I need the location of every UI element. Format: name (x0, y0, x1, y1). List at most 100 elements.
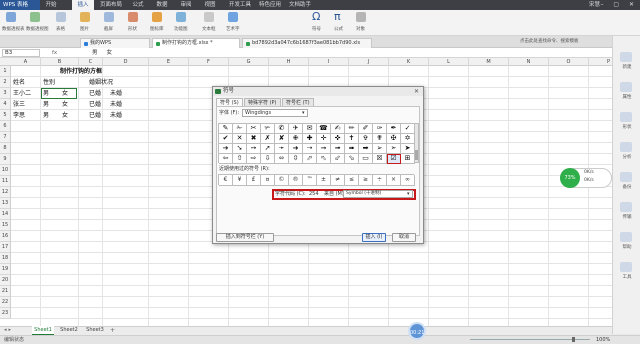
menu-tab-insert[interactable]: 插入 (72, 0, 94, 10)
row-header[interactable]: 3 (0, 88, 11, 99)
column-header[interactable]: E (149, 58, 189, 66)
symbol-cell[interactable]: ✃ (261, 124, 275, 134)
symbol-cell[interactable]: ✙ (289, 134, 303, 144)
sidebar-tool-icon[interactable] (620, 202, 632, 212)
symbol-cell[interactable]: ➢ (373, 144, 387, 154)
pivot-chart-icon[interactable] (30, 12, 40, 22)
table-row-female[interactable]: 女 (62, 99, 68, 110)
symbol-cell[interactable]: ✛ (317, 134, 331, 144)
column-header[interactable]: B (41, 58, 79, 66)
row-header[interactable]: 7 (0, 132, 11, 143)
column-header[interactable]: O (549, 58, 589, 66)
symbol-cell[interactable]: ✖ (247, 134, 261, 144)
symbol-cell[interactable]: ⬄ (275, 154, 289, 164)
symbol-cell[interactable]: ⇧ (233, 154, 247, 164)
symbol-cell[interactable]: ✐ (359, 124, 373, 134)
screenshot-icon[interactable] (104, 12, 114, 22)
row-header[interactable]: 10 (0, 165, 11, 176)
omega-symbol-icon[interactable]: Ω (312, 11, 320, 23)
menu-tab-developer[interactable]: 开发工具 (226, 0, 254, 10)
recent-symbols-grid[interactable]: € ¥ £ ¤ © ® ™ ± ≠ ≤ ≥ ÷ × ∞ (218, 174, 415, 186)
symbol-cell[interactable]: ✉ (303, 124, 317, 134)
window-controls[interactable]: – ▢ ✕ (600, 0, 638, 10)
recent-symbol-cell[interactable]: ± (317, 175, 331, 186)
symbol-cell[interactable]: ➜ (289, 144, 303, 154)
menu-tab-data[interactable]: 数据 (152, 0, 172, 10)
symbol-cell[interactable]: ✘ (275, 134, 289, 144)
symbol-cell[interactable]: ✁ (233, 124, 247, 134)
recent-symbol-cell[interactable]: © (275, 175, 289, 186)
sidebar-tool-icon[interactable] (620, 52, 632, 62)
symbol-cell[interactable]: ✞ (359, 134, 373, 144)
symbol-cell[interactable]: ⬁ (317, 154, 331, 164)
header-gender[interactable]: 性别 (43, 77, 55, 88)
header-name[interactable]: 姓名 (13, 77, 25, 88)
symbol-cell[interactable]: ➛ (275, 144, 289, 154)
row-header[interactable]: 11 (0, 176, 11, 187)
column-header[interactable]: N (509, 58, 549, 66)
symbol-cell[interactable]: ➠ (345, 144, 359, 154)
doc-tab-other-workbook[interactable]: bd7892d3a047c6b1687f3ae081bb7d90.xls (242, 38, 372, 48)
symbol-cell[interactable]: ✓ (401, 124, 415, 134)
sidebar-tool-icon[interactable] (620, 262, 632, 272)
row-header[interactable]: 12 (0, 187, 11, 198)
insert-button[interactable]: 插入 (I) (362, 233, 386, 242)
symbol-cell[interactable]: ✒ (387, 124, 401, 134)
column-header[interactable]: J (349, 58, 389, 66)
app-menu-button[interactable]: WPS 表格 (0, 0, 40, 10)
symbol-cell[interactable]: ✑ (373, 124, 387, 134)
table-row-male[interactable]: 男 (43, 110, 49, 121)
from-select[interactable]: Symbol (十进制) (343, 190, 413, 198)
sheet-nav-arrows[interactable]: ◂▸ (4, 326, 13, 335)
shape-icon[interactable] (128, 12, 138, 22)
memory-usage-indicator[interactable]: 73% (560, 168, 580, 188)
symbol-cell[interactable]: ➚ (261, 144, 275, 154)
textbox-icon[interactable] (204, 12, 214, 22)
table-row-single[interactable]: 未婚 (110, 99, 122, 110)
recent-symbol-cell[interactable]: × (387, 175, 401, 186)
column-header[interactable]: D (103, 58, 149, 66)
symbol-cell[interactable]: ⊞ (401, 154, 415, 164)
recent-symbol-cell[interactable]: ™ (303, 175, 317, 186)
table-row-married[interactable]: 已婚 (89, 110, 101, 121)
symbol-cell[interactable]: ➘ (233, 144, 247, 154)
recent-symbol-cell[interactable]: ∞ (401, 175, 415, 186)
sidebar-tool-icon[interactable] (620, 142, 632, 152)
sheet-tab-2[interactable]: Sheet2 (58, 326, 80, 335)
command-search[interactable]: 点击此处查找命令、搜索模板 (520, 38, 579, 46)
header-marital[interactable]: 婚姻状况 (89, 77, 113, 88)
recent-symbol-cell[interactable]: ≠ (331, 175, 345, 186)
menu-tab-formula[interactable]: 公式 (128, 0, 148, 10)
recent-symbol-cell[interactable]: € (219, 175, 233, 186)
row-header[interactable]: 6 (0, 121, 11, 132)
font-select[interactable]: Wingdings (242, 109, 308, 117)
row-header[interactable]: 22 (0, 297, 11, 308)
object-icon[interactable] (356, 12, 366, 22)
recent-symbol-cell[interactable]: ÷ (373, 175, 387, 186)
recent-symbol-cell[interactable]: ¥ (233, 175, 247, 186)
row-header[interactable]: 9 (0, 154, 11, 165)
chevron-down-icon[interactable]: ▾ (302, 110, 305, 116)
table-row-married[interactable]: 已婚 (89, 88, 101, 99)
sidebar-tool-icon[interactable] (620, 172, 632, 182)
table-row-name[interactable]: 张三 (13, 99, 25, 110)
row-header[interactable]: 2 (0, 77, 11, 88)
menu-tab-view[interactable]: 视图 (200, 0, 220, 10)
selected-symbol-cell[interactable]: ☑ (387, 154, 401, 164)
doc-tab-my-wps[interactable]: 我的WPS (80, 38, 150, 48)
row-header[interactable]: 23 (0, 308, 11, 319)
symbol-cell[interactable]: ✠ (387, 134, 401, 144)
symbol-cell[interactable]: ✂ (247, 124, 261, 134)
menu-tab-start[interactable]: 开始 (42, 0, 60, 10)
row-header[interactable]: 4 (0, 99, 11, 110)
symbol-cell[interactable]: ⬃ (331, 154, 345, 164)
symbol-cell[interactable]: ⬂ (345, 154, 359, 164)
table-row-single[interactable]: 未婚 (110, 110, 122, 121)
symbol-cell[interactable]: ✡ (401, 134, 415, 144)
symbol-cell[interactable]: ➤ (401, 144, 415, 154)
name-box[interactable]: B3 (2, 49, 40, 57)
table-icon[interactable] (56, 12, 66, 22)
pi-formula-icon[interactable]: π (334, 11, 341, 23)
symbol-grid[interactable]: ✎ ✁ ✂ ✃ ✆ ✈ ✉ ☎ ✍ ✏ ✐ ✑ ✒ ✓ ✔ ✕ ✖ ✗ ✘ ✙ ✚ ✛ ✜ ✝ ✞ ✟ ✠ ✡ ➔ ➘ ➙ ➚ ➛ ➜ ➝ ➞ ➟ ➠ ➡ ➢… (218, 123, 415, 164)
row-header[interactable]: 17 (0, 242, 11, 253)
